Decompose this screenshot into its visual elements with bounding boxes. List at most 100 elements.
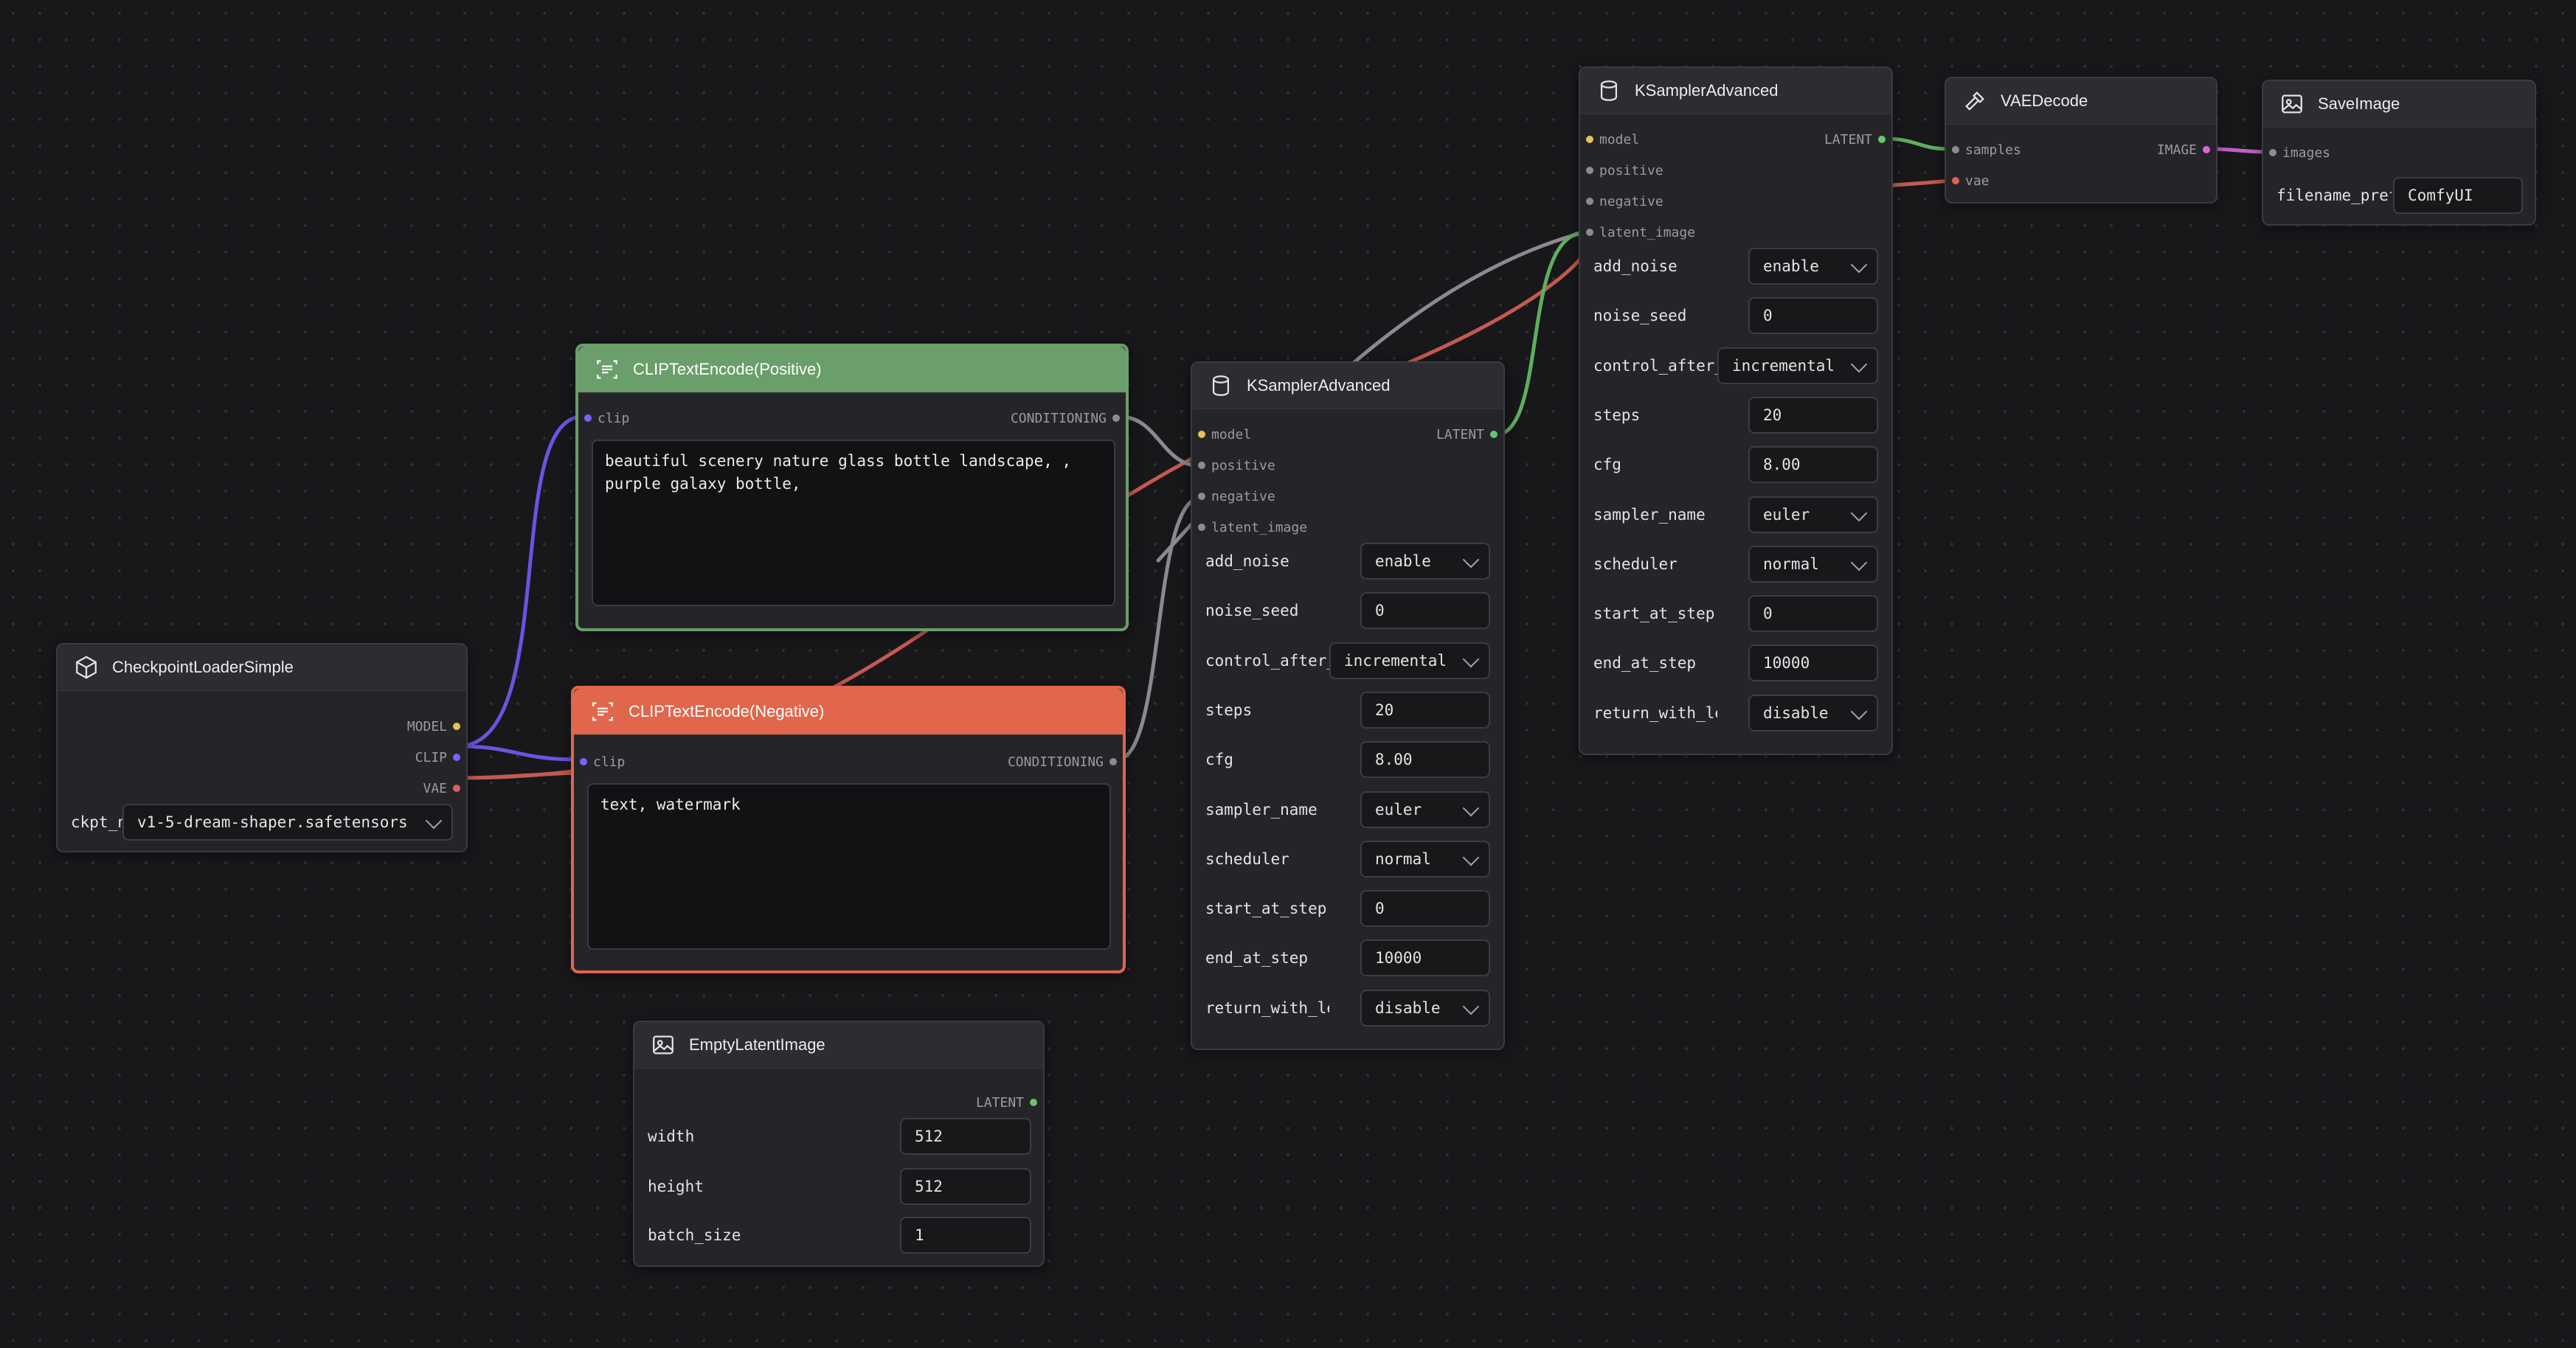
output-vae[interactable]: VAE — [423, 781, 466, 796]
output-model-row: MODEL — [58, 715, 466, 737]
cylinder-icon — [1600, 80, 1618, 101]
input-positive[interactable]: positive — [1580, 163, 1663, 178]
negative-prompt-textarea[interactable]: text, watermark — [587, 783, 1111, 950]
vae-socket[interactable] — [453, 785, 460, 792]
chevron-down-icon — [1850, 703, 1868, 720]
control-after-generate-label: control_after_generate — [1593, 356, 1717, 375]
conditioning-socket[interactable] — [1109, 758, 1117, 765]
input-latent-image[interactable]: latent_image — [1580, 225, 1695, 240]
output-model[interactable]: MODEL — [407, 719, 466, 734]
return-with-leftover-noise-select[interactable]: disable — [1748, 694, 1878, 732]
negative-socket[interactable] — [1586, 198, 1593, 205]
chevron-down-icon — [425, 812, 443, 830]
control-after-generate-select[interactable]: incremental — [1717, 347, 1878, 384]
start-at-step-input[interactable]: 0 — [1748, 595, 1878, 633]
output-conditioning[interactable]: CONDITIONING — [1011, 411, 1126, 426]
ksampler-advanced-node-1[interactable]: KSamplerAdvanced model LATENT positive n… — [1191, 361, 1505, 1050]
noise-seed-input[interactable]: 0 — [1360, 592, 1490, 630]
save-image-header[interactable]: SaveImage — [2263, 81, 2535, 128]
ksampler-advanced-node-2[interactable]: KSamplerAdvanced model LATENT positive n… — [1579, 66, 1893, 755]
end-at-step-input[interactable]: 10000 — [1360, 939, 1490, 977]
ksampler-1-header[interactable]: KSamplerAdvanced — [1192, 363, 1503, 409]
samples-socket[interactable] — [1952, 146, 1959, 153]
output-latent[interactable]: LATENT — [1824, 132, 1891, 147]
control-after-generate-select[interactable]: incremental — [1329, 642, 1490, 679]
noise-seed-input[interactable]: 0 — [1748, 297, 1878, 335]
clip-text-encode-negative-node[interactable]: CLIPTextEncode(Negative) clip CONDITIONI… — [571, 686, 1126, 973]
clip-socket[interactable] — [453, 754, 460, 761]
latent-socket[interactable] — [1030, 1099, 1037, 1106]
checkpoint-loader-node[interactable]: CheckpointLoaderSimple MODEL CLIP VAE ck… — [56, 643, 468, 852]
steps-label: steps — [1205, 701, 1253, 719]
latent-image-socket[interactable] — [1198, 524, 1205, 531]
scheduler-select[interactable]: normal — [1748, 545, 1878, 583]
vae-decode-header[interactable]: VAEDecode — [1946, 78, 2216, 125]
cfg-input[interactable]: 8.00 — [1748, 446, 1878, 484]
latent-socket[interactable] — [1878, 136, 1886, 143]
latent-output-row: LATENT — [634, 1091, 1043, 1114]
input-samples[interactable]: samples — [1946, 142, 2021, 158]
add-noise-select[interactable]: enable — [1748, 248, 1878, 285]
ckpt-name-label: ckpt_name — [71, 813, 128, 831]
latent-socket[interactable] — [1490, 431, 1498, 438]
batch-size-input[interactable]: 1 — [900, 1217, 1031, 1254]
empty-latent-image-node[interactable]: EmptyLatentImage LATENT width 512 height… — [633, 1021, 1045, 1267]
input-negative[interactable]: negative — [1580, 194, 1663, 209]
negative-socket[interactable] — [1198, 493, 1205, 500]
cfg-input[interactable]: 8.00 — [1360, 741, 1490, 779]
end-at-step-input[interactable]: 10000 — [1748, 645, 1878, 682]
steps-input[interactable]: 20 — [1360, 691, 1490, 729]
output-conditioning[interactable]: CONDITIONING — [1008, 754, 1123, 770]
input-model[interactable]: model — [1192, 427, 1251, 442]
vae-decode-node[interactable]: VAEDecode samples IMAGE vae — [1945, 77, 2217, 204]
image-socket[interactable] — [2203, 146, 2210, 153]
images-socket[interactable] — [2269, 149, 2276, 156]
model-socket[interactable] — [1586, 136, 1593, 143]
add-noise-select[interactable]: enable — [1360, 543, 1490, 580]
sampler-name-select[interactable]: euler — [1748, 496, 1878, 533]
output-latent[interactable]: LATENT — [1436, 427, 1503, 442]
chevron-down-icon — [1462, 849, 1480, 866]
input-model[interactable]: model — [1580, 132, 1639, 147]
output-clip-row: CLIP — [58, 746, 466, 768]
output-latent[interactable]: LATENT — [976, 1095, 1043, 1111]
output-clip[interactable]: CLIP — [415, 750, 466, 765]
steps-input[interactable]: 20 — [1748, 396, 1878, 434]
ksampler2-widget-row-sampler-name: sampler_name euler — [1580, 495, 1891, 535]
model-socket[interactable] — [453, 723, 460, 730]
clip-socket[interactable] — [584, 414, 592, 422]
conditioning-socket[interactable] — [1112, 414, 1120, 422]
clip-positive-header[interactable]: CLIPTextEncode(Positive) — [578, 347, 1126, 393]
input-latent-image[interactable]: latent_image — [1192, 520, 1307, 535]
ckpt-name-select[interactable]: v1-5-dream-shaper.safetensors — [122, 804, 453, 841]
output-image[interactable]: IMAGE — [2157, 142, 2216, 158]
filename-prefix-input[interactable]: ComfyUI — [2393, 177, 2523, 214]
input-negative[interactable]: negative — [1192, 489, 1275, 504]
positive-prompt-textarea[interactable]: beautiful scenery nature glass bottle la… — [592, 440, 1115, 606]
scheduler-select[interactable]: normal — [1360, 840, 1490, 878]
clip-text-encode-positive-node[interactable]: CLIPTextEncode(Positive) clip CONDITIONI… — [575, 344, 1129, 631]
latent-image-socket[interactable] — [1586, 229, 1593, 236]
save-image-node[interactable]: SaveImage images filename_prefix ComfyUI — [2262, 80, 2536, 226]
input-images[interactable]: images — [2263, 145, 2330, 161]
ksampler-2-header[interactable]: KSamplerAdvanced — [1580, 68, 1891, 114]
positive-socket[interactable] — [1198, 462, 1205, 469]
checkpoint-loader-header[interactable]: CheckpointLoaderSimple — [58, 645, 466, 691]
input-clip[interactable]: clip — [578, 411, 629, 426]
positive-socket[interactable] — [1586, 167, 1593, 174]
clip-negative-header[interactable]: CLIPTextEncode(Negative) — [574, 689, 1123, 735]
return-with-leftover-noise-select[interactable]: disable — [1360, 989, 1490, 1026]
input-clip[interactable]: clip — [574, 754, 625, 770]
model-socket[interactable] — [1198, 431, 1205, 438]
width-input[interactable]: 512 — [900, 1118, 1031, 1155]
steps-label: steps — [1593, 406, 1641, 424]
start-at-step-input[interactable]: 0 — [1360, 890, 1490, 928]
clip-socket[interactable] — [580, 758, 587, 765]
sampler-name-select[interactable]: euler — [1360, 791, 1490, 828]
input-vae[interactable]: vae — [1946, 173, 1990, 189]
height-input[interactable]: 512 — [900, 1168, 1031, 1205]
vae-socket[interactable] — [1952, 177, 1959, 184]
input-positive[interactable]: positive — [1192, 458, 1275, 473]
wire-ksampler2-vaedecode — [1881, 136, 1952, 151]
empty-latent-header[interactable]: EmptyLatentImage — [634, 1022, 1043, 1069]
